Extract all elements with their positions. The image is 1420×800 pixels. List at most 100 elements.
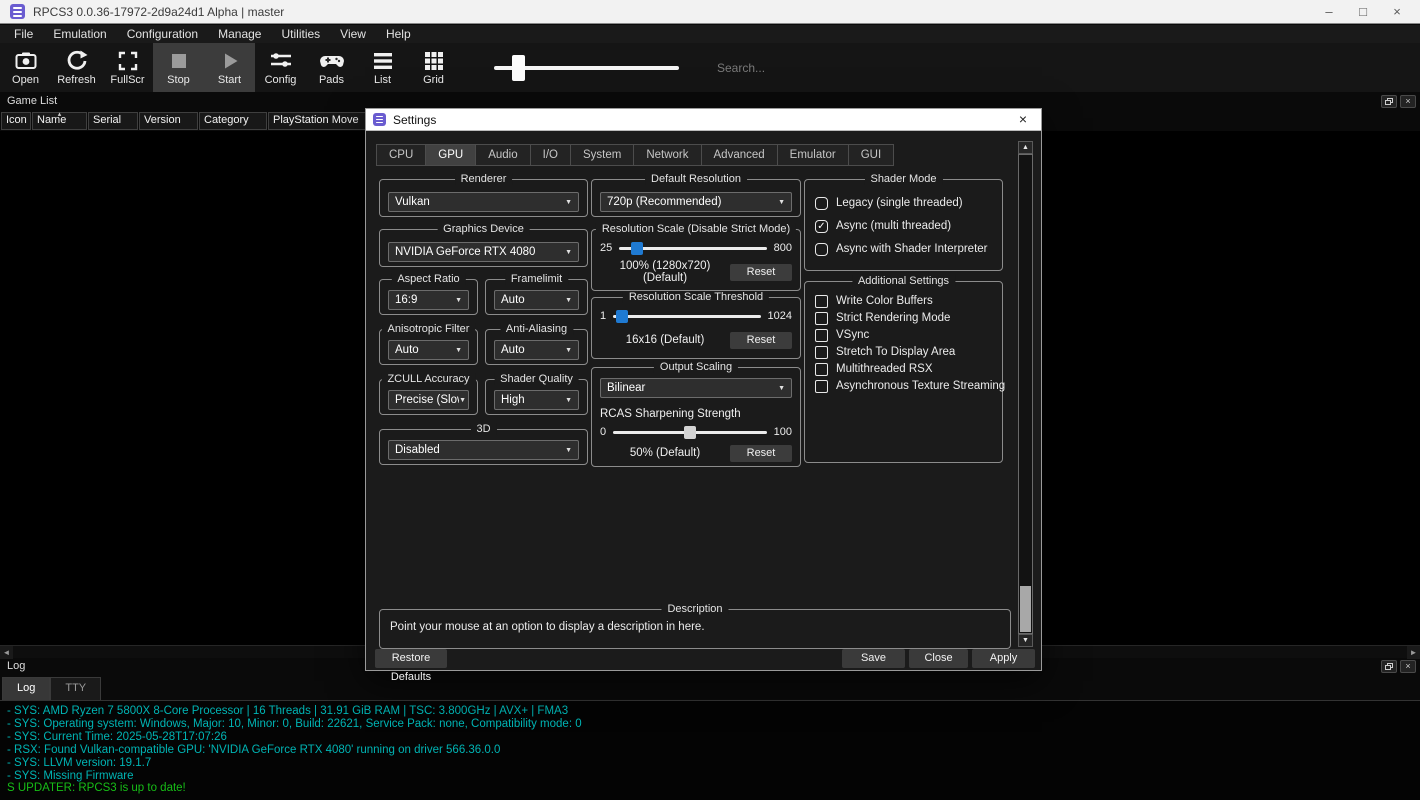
aspect-ratio-dropdown[interactable]: 16:9 ▼	[388, 290, 469, 310]
checkbox-icon[interactable]	[815, 312, 828, 325]
settings-scrollbar[interactable]: ▲ ▼	[1018, 141, 1033, 647]
search-input[interactable]	[717, 61, 847, 75]
column-header-version[interactable]: Version	[139, 112, 198, 130]
tab-network[interactable]: Network	[633, 144, 701, 166]
checkbox-icon[interactable]	[815, 197, 828, 210]
column-header-name[interactable]: Name▴	[32, 112, 87, 130]
framelimit-dropdown[interactable]: Auto ▼	[494, 290, 579, 310]
close-dock-icon[interactable]: ×	[1400, 95, 1416, 108]
tab-gpu[interactable]: GPU	[425, 144, 476, 166]
tab-tty[interactable]: TTY	[50, 677, 101, 700]
rcas-reset-button[interactable]: Reset	[730, 445, 792, 462]
resolution-scale-slider-handle[interactable]	[631, 242, 643, 255]
shader-quality-group: Shader Quality High ▼	[485, 379, 588, 415]
tab-audio[interactable]: Audio	[475, 144, 530, 166]
checkbox-icon[interactable]	[815, 243, 828, 256]
multithreaded-rsx-option[interactable]: Multithreaded RSX	[815, 360, 996, 378]
column-header-icon[interactable]: Icon	[1, 112, 31, 130]
threshold-slider-track[interactable]	[613, 315, 760, 318]
list-view-button[interactable]: List	[357, 43, 408, 92]
tab-system[interactable]: System	[570, 144, 634, 166]
tab-gui[interactable]: GUI	[848, 144, 894, 166]
threshold-slider-handle[interactable]	[616, 310, 628, 323]
refresh-button[interactable]: Refresh	[51, 43, 102, 92]
menu-configuration[interactable]: Configuration	[117, 25, 208, 43]
start-button[interactable]: Start	[204, 43, 255, 92]
float-dock-icon[interactable]	[1381, 660, 1397, 673]
column-header-playstation-move[interactable]: PlayStation Move	[268, 112, 369, 130]
shader-quality-dropdown[interactable]: High ▼	[494, 390, 579, 410]
fullscr-label: FullScr	[110, 74, 144, 86]
open-button[interactable]: Open	[0, 43, 51, 92]
anisotropic-filter-dropdown[interactable]: Auto ▼	[388, 340, 469, 360]
menu-utilities[interactable]: Utilities	[271, 25, 330, 43]
menu-file[interactable]: File	[4, 25, 43, 43]
close-icon[interactable]: ×	[1009, 109, 1037, 131]
scroll-right-icon[interactable]: ►	[1407, 646, 1420, 659]
pads-button[interactable]: Pads	[306, 43, 357, 92]
restore-defaults-button[interactable]: Restore Defaults	[375, 649, 447, 668]
tab-advanced[interactable]: Advanced	[701, 144, 778, 166]
write-color-buffers-option[interactable]: Write Color Buffers	[815, 292, 996, 310]
apply-button[interactable]: Apply	[972, 649, 1035, 668]
menu-view[interactable]: View	[330, 25, 376, 43]
resolution-scale-reset-button[interactable]: Reset	[730, 264, 792, 281]
scroll-up-icon[interactable]: ▲	[1018, 141, 1033, 154]
chevron-down-icon: ▼	[565, 397, 572, 404]
default-resolution-dropdown[interactable]: 720p (Recommended) ▼	[600, 192, 792, 212]
maximize-icon[interactable]: □	[1346, 0, 1380, 24]
icon-size-slider[interactable]	[494, 55, 679, 81]
graphics-device-dropdown[interactable]: NVIDIA GeForce RTX 4080 ▼	[388, 242, 579, 262]
config-button[interactable]: Config	[255, 43, 306, 92]
chevron-down-icon: ▼	[459, 397, 466, 404]
stop-button[interactable]: Stop	[153, 43, 204, 92]
menu-help[interactable]: Help	[376, 25, 421, 43]
scroll-left-icon[interactable]: ◄	[0, 646, 13, 659]
icon-size-slider-handle[interactable]	[512, 55, 525, 81]
shader-mode-legacy-option[interactable]: Legacy (single threaded)	[815, 194, 996, 212]
settings-dialog-titlebar[interactable]: Settings ×	[366, 109, 1041, 131]
settings-scrollbar-track[interactable]	[1018, 154, 1033, 634]
close-icon[interactable]: ×	[1380, 0, 1414, 24]
3d-dropdown[interactable]: Disabled ▼	[388, 440, 579, 460]
log-content[interactable]: - SYS: AMD Ryzen 7 5800X 8-Core Processo…	[0, 700, 1420, 800]
async-texture-streaming-option[interactable]: Asynchronous Texture Streaming	[815, 377, 996, 395]
rcas-slider-handle[interactable]	[684, 426, 696, 439]
stretch-to-display-area-option[interactable]: Stretch To Display Area	[815, 343, 996, 361]
threshold-reset-button[interactable]: Reset	[730, 332, 792, 349]
anti-aliasing-dropdown[interactable]: Auto ▼	[494, 340, 579, 360]
menu-manage[interactable]: Manage	[208, 25, 271, 43]
tab-emulator[interactable]: Emulator	[777, 144, 849, 166]
zcull-accuracy-dropdown[interactable]: Precise (Slowest) ▼	[388, 390, 469, 410]
resolution-scale-slider-track[interactable]	[619, 247, 766, 250]
column-header-serial[interactable]: Serial	[88, 112, 138, 130]
checkbox-icon[interactable]	[815, 295, 828, 308]
settings-dialog-title: Settings	[393, 113, 436, 127]
save-button[interactable]: Save	[842, 649, 905, 668]
fullscreen-button[interactable]: FullScr	[102, 43, 153, 92]
minimize-icon[interactable]: –	[1312, 0, 1346, 24]
renderer-dropdown[interactable]: Vulkan ▼	[388, 192, 579, 212]
tab-log[interactable]: Log	[2, 677, 50, 700]
tab-io[interactable]: I/O	[530, 144, 571, 166]
shader-mode-interpreter-option[interactable]: Async with Shader Interpreter	[815, 240, 996, 258]
checkbox-icon[interactable]	[815, 346, 828, 359]
close-button[interactable]: Close	[909, 649, 968, 668]
menu-emulation[interactable]: Emulation	[43, 25, 116, 43]
rcas-slider-track[interactable]	[613, 431, 767, 434]
float-dock-icon[interactable]	[1381, 95, 1397, 108]
scroll-down-icon[interactable]: ▼	[1018, 634, 1033, 647]
checkbox-icon[interactable]	[815, 329, 828, 342]
grid-view-button[interactable]: Grid	[408, 43, 459, 92]
vsync-option[interactable]: VSync	[815, 326, 996, 344]
checkbox-icon[interactable]	[815, 380, 828, 393]
close-dock-icon[interactable]: ×	[1400, 660, 1416, 673]
settings-scrollbar-thumb[interactable]	[1020, 586, 1031, 632]
checkbox-checked-icon[interactable]: ✓	[815, 220, 828, 233]
tab-cpu[interactable]: CPU	[376, 144, 426, 166]
output-scaling-dropdown[interactable]: Bilinear ▼	[600, 378, 792, 398]
column-header-category[interactable]: Category	[199, 112, 267, 130]
shader-mode-async-option[interactable]: ✓ Async (multi threaded)	[815, 217, 996, 235]
strict-rendering-mode-option[interactable]: Strict Rendering Mode	[815, 309, 996, 327]
checkbox-icon[interactable]	[815, 363, 828, 376]
